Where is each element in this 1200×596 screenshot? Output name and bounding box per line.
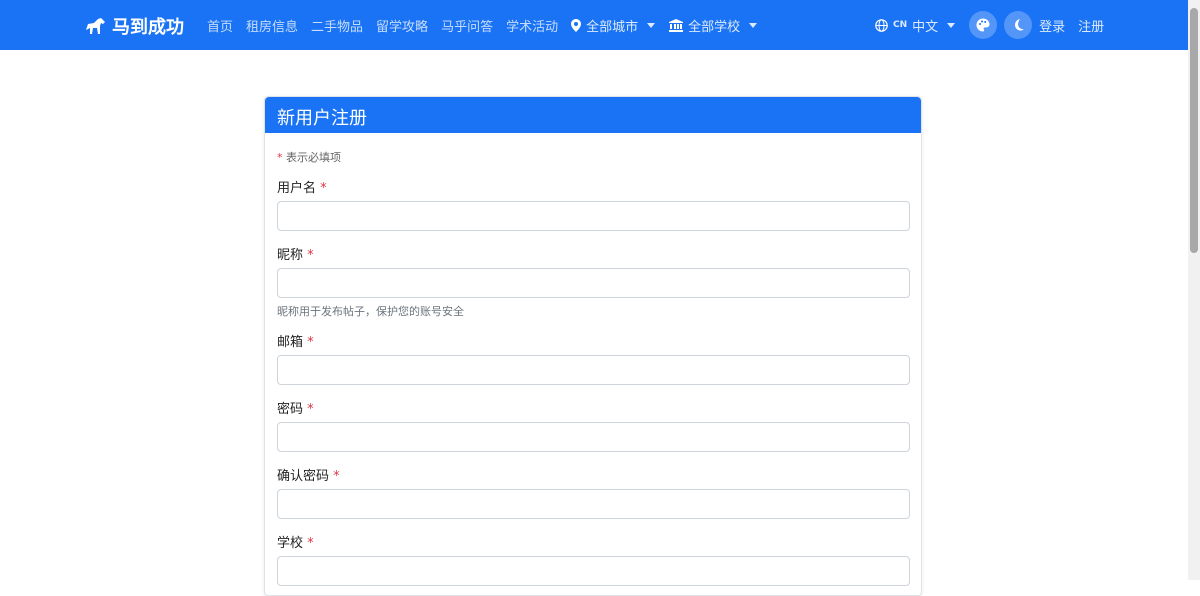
required-star: *: [307, 248, 314, 263]
page-scrollbar[interactable]: [1188, 0, 1200, 580]
dark-mode-button[interactable]: [1004, 11, 1033, 39]
nav-rentals[interactable]: 租房信息: [246, 16, 298, 35]
chevron-down-icon: [749, 23, 758, 28]
nickname-help-text: 昵称用于发布帖子，保护您的账号安全: [277, 305, 464, 318]
nav-academic[interactable]: 学术活动: [506, 16, 558, 35]
university-icon: [669, 19, 684, 32]
required-star: *: [307, 402, 314, 417]
scrollbar-thumb[interactable]: [1190, 8, 1198, 253]
required-star: *: [277, 151, 283, 164]
brand-logo[interactable]: 马到成功: [84, 13, 184, 39]
nav-secondhand[interactable]: 二手物品: [311, 16, 363, 35]
username-label-text: 用户名: [277, 181, 317, 196]
card-header: 新用户注册: [265, 97, 921, 133]
nickname-input[interactable]: [277, 268, 910, 298]
username-label: 用户名 *: [277, 177, 327, 196]
required-star: *: [333, 469, 340, 484]
required-star: *: [307, 536, 314, 551]
school-input[interactable]: [277, 556, 910, 586]
nav-study-guide[interactable]: 留学攻略: [376, 16, 428, 35]
nickname-label-text: 昵称: [277, 248, 304, 263]
register-link[interactable]: 注册: [1078, 16, 1104, 35]
form-title: 新用户注册: [277, 108, 367, 129]
right-nav: CN 中文 登录 注册: [875, 11, 1117, 39]
nav-links: 首页 租房信息 二手物品 留学攻略 马乎问答 学术活动 全部城市 全部学校: [207, 16, 771, 35]
moon-icon: [1015, 19, 1024, 31]
required-note-text: 表示必填项: [286, 151, 341, 164]
top-navbar: 马到成功 首页 租房信息 二手物品 留学攻略 马乎问答 学术活动 全部城市 全部…: [0, 0, 1188, 50]
school-label-text: 学校: [277, 536, 304, 551]
language-label: 中文: [912, 19, 939, 35]
school-dropdown-label: 全部学校: [688, 20, 741, 35]
required-note: * 表示必填项: [277, 149, 341, 165]
required-star: *: [320, 181, 327, 196]
globe-icon: [875, 18, 888, 32]
city-dropdown[interactable]: 全部城市: [571, 16, 656, 35]
confirm-password-label-text: 确认密码: [277, 469, 330, 484]
confirm-password-label: 确认密码 *: [277, 465, 340, 484]
chevron-down-icon: [647, 23, 656, 28]
palette-icon: [976, 18, 990, 32]
login-link[interactable]: 登录: [1039, 16, 1065, 35]
language-dropdown[interactable]: CN 中文: [875, 16, 956, 35]
password-input[interactable]: [277, 422, 910, 452]
brand-name: 马到成功: [112, 17, 184, 38]
school-label: 学校 *: [277, 532, 314, 551]
theme-color-button[interactable]: [969, 11, 998, 39]
username-input[interactable]: [277, 201, 910, 231]
confirm-password-input[interactable]: [277, 489, 910, 519]
location-pin-icon: [571, 19, 582, 32]
email-label-text: 邮箱: [277, 335, 304, 350]
password-label: 密码 *: [277, 398, 314, 417]
horse-icon: [86, 18, 105, 34]
nickname-label: 昵称 *: [277, 244, 314, 263]
email-label: 邮箱 *: [277, 331, 314, 350]
password-label-text: 密码: [277, 402, 304, 417]
city-dropdown-label: 全部城市: [586, 20, 639, 35]
nav-qa[interactable]: 马乎问答: [441, 16, 493, 35]
chevron-down-icon: [947, 22, 956, 28]
language-code: CN: [893, 20, 908, 30]
nav-home[interactable]: 首页: [207, 16, 233, 35]
registration-card: 新用户注册 * 表示必填项 用户名 * 昵称 * 昵称用于发布帖子，保护您的账号…: [264, 96, 922, 596]
school-dropdown[interactable]: 全部学校: [669, 16, 758, 35]
email-input[interactable]: [277, 355, 910, 385]
required-star: *: [307, 335, 314, 350]
